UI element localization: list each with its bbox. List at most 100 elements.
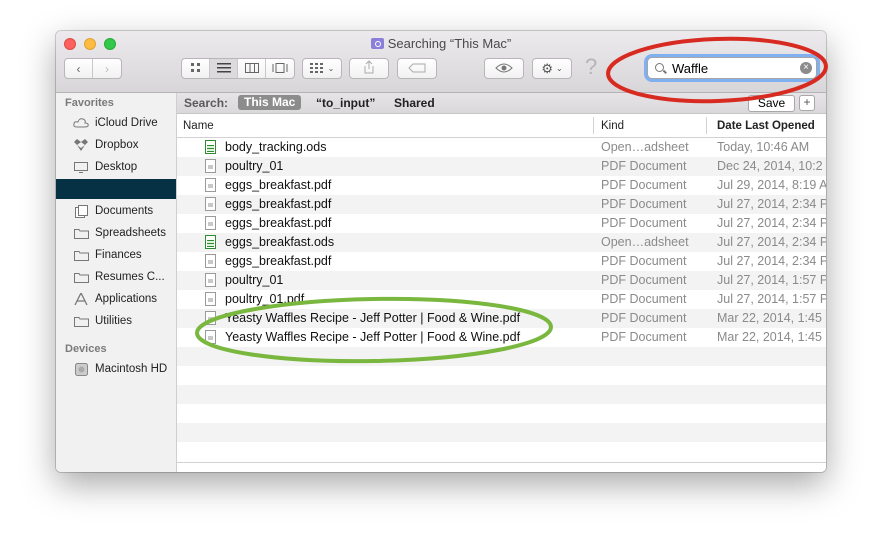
file-row[interactable]: eggs_breakfast.pdf PDF Document Jul 27, 20… [177,195,826,214]
scope-to-input[interactable]: “to_input” [316,96,375,110]
column-date-header[interactable]: Date Last Opened [717,120,815,132]
file-kind: PDF Document [601,216,687,230]
finder-window: Searching “This Mac” ‹ › ⌄ ⚙ ⌄ ? Waffle … [56,31,826,472]
empty-row [177,385,826,404]
pdf-file-icon [205,159,216,173]
sidebar-item-label: Resumes C... [95,271,165,283]
action-button[interactable]: ⚙ ⌄ [532,58,572,79]
arrange-button[interactable]: ⌄ [302,58,342,79]
file-name: poultry_01.pdf [225,292,305,306]
help-icon[interactable]: ? [585,54,597,80]
sidebar-item-label: Desktop [95,161,138,173]
scope-shared[interactable]: Shared [394,96,435,110]
file-row[interactable]: eggs_breakfast.pdf PDF Document Jul 27, 20… [177,252,826,271]
file-kind: PDF Document [601,159,687,173]
tag-icon [408,62,426,76]
pdf-file-icon [205,254,216,268]
file-kind: Open…adsheet [601,140,689,154]
coverflow-view-button[interactable] [266,59,294,78]
sidebar-item[interactable]: iCloud Drive [56,113,176,133]
search-field[interactable]: × [647,57,817,79]
pdf-file-icon [205,330,216,344]
share-button[interactable] [349,58,389,79]
sidebar-item[interactable]: Desktop [56,157,176,177]
file-row[interactable]: eggs_breakfast.pdf PDF Document Jul 27, 20… [177,214,826,233]
sidebar-item-label: iCloud Drive [95,117,158,129]
scope-this-mac[interactable]: This Mac [238,95,302,110]
sidebar-item[interactable]: Utilities [56,311,176,331]
window-title-text: Searching “This Mac” [387,36,512,51]
file-list: body_tracking.ods Open…adsheet Today, 10:4… [177,138,826,461]
share-icon [363,60,375,77]
horizontal-scrollbar[interactable] [177,462,826,472]
file-row[interactable]: Yeasty Waffles Recipe - Jeff Potter | Fo… [177,309,826,328]
folder-icon [73,227,89,240]
sidebar-item[interactable]: Documents [56,201,176,221]
tags-button[interactable] [397,58,437,79]
sidebar-item-selected[interactable] [56,179,176,199]
file-name: poultry_01 [225,159,284,173]
file-row[interactable]: poultry_01.pdf PDF Document Jul 27, 2014, … [177,290,826,309]
sidebar-item-device[interactable]: Macintosh HD [56,359,176,379]
sidebar-item[interactable]: Dropbox [56,135,176,155]
sidebar-item-label: Macintosh HD [95,363,168,375]
back-button[interactable]: ‹ [65,59,93,78]
save-search-button[interactable]: Save [748,95,795,112]
search-input[interactable] [672,60,797,76]
file-row[interactable]: Yeasty Waffles Recipe - Jeff Potter | Fo… [177,328,826,347]
column-kind-header[interactable]: Kind [601,120,624,132]
sidebar-item-label: Finances [95,249,142,261]
file-kind: Open…adsheet [601,235,689,249]
folder-icon [73,249,89,262]
folder-icon [73,315,89,328]
chevron-down-icon: ⌄ [327,64,335,73]
file-name: poultry_01 [225,273,284,287]
quick-look-button[interactable] [484,58,524,79]
search-icon [655,63,664,72]
pdf-file-icon [205,178,216,192]
coverflow-icon [272,62,288,76]
sidebar-item[interactable]: Applications [56,289,176,309]
file-row[interactable]: poultry_01 PDF Document Jul 27, 2014, 1:57… [177,271,826,290]
column-view-button[interactable] [238,59,266,78]
forward-button[interactable]: › [93,59,121,78]
file-name: eggs_breakfast.pdf [225,254,332,268]
sidebar-item[interactable]: Resumes C... [56,267,176,287]
sidebar-item[interactable]: Finances [56,245,176,265]
view-mode-control [181,58,295,79]
file-name: Yeasty Waffles Recipe - Jeff Potter | Fo… [225,311,521,325]
folder-icon [73,271,89,284]
empty-row [177,404,826,423]
file-kind: PDF Document [601,254,687,268]
sidebar: Favorites Devices iCloud Drive Dropbox Des… [56,93,177,472]
file-date: Jul 27, 2014, 2:34 P [717,197,826,211]
file-row[interactable]: poultry_01 PDF Document Dec 24, 2014, 10:2 [177,157,826,176]
file-row[interactable]: eggs_breakfast.ods Open…adsheet Jul 27, 20… [177,233,826,252]
list-view-button[interactable] [210,59,238,78]
file-name: eggs_breakfast.ods [225,235,335,249]
documents-icon [73,204,89,218]
clear-search-icon[interactable]: × [800,62,812,74]
file-date: Jul 27, 2014, 2:34 P [717,216,826,230]
file-kind: PDF Document [601,178,687,192]
sidebar-item[interactable]: Spreadsheets [56,223,176,243]
file-kind: PDF Document [601,330,687,344]
file-name: body_tracking.ods [225,140,327,154]
empty-row [177,442,826,461]
file-row[interactable]: eggs_breakfast.pdf PDF Document Jul 29, 20… [177,176,826,195]
empty-row [177,423,826,442]
back-forward-control: ‹ › [64,58,122,79]
file-kind: PDF Document [601,311,687,325]
icon-view-button[interactable] [182,59,210,78]
chevron-left-icon: ‹ [76,61,81,76]
add-criteria-button[interactable]: + [799,95,815,111]
file-date: Dec 24, 2014, 10:2 [717,159,823,173]
file-kind: PDF Document [601,292,687,306]
file-date: Jul 27, 2014, 2:34 P [717,254,826,268]
file-row[interactable]: body_tracking.ods Open…adsheet Today, 10:4… [177,138,826,157]
file-name: eggs_breakfast.pdf [225,216,332,230]
arrange-grid-icon [309,62,324,76]
column-name-header[interactable]: Name [183,120,214,132]
file-name: eggs_breakfast.pdf [225,197,332,211]
scope-label: Search: [184,96,229,110]
